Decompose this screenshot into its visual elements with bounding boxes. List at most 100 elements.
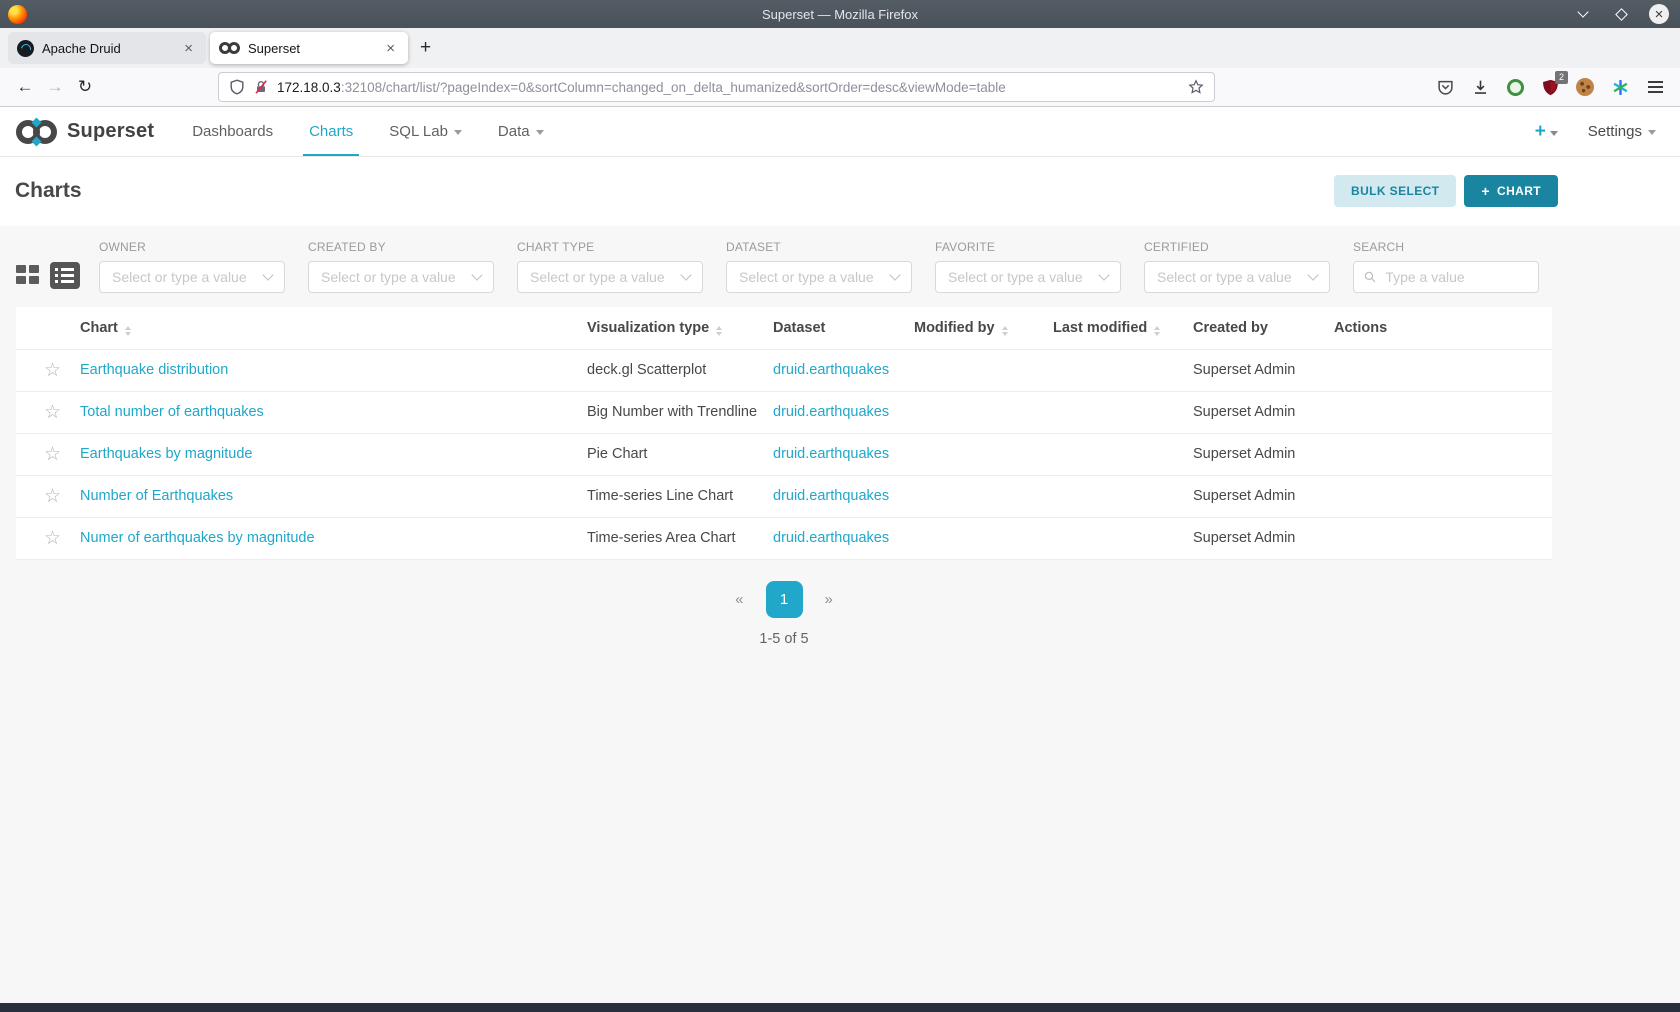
nav-item-sql-lab[interactable]: SQL Lab <box>371 107 480 156</box>
table-row: ☆ Numer of earthquakes by magnitude Time… <box>16 517 1552 559</box>
chevron-down-icon <box>1550 131 1558 136</box>
back-button[interactable]: ← <box>10 73 40 101</box>
dataset-link[interactable]: druid.earthquakes <box>773 530 889 546</box>
dataset-link[interactable]: druid.earthquakes <box>773 488 889 504</box>
header-last-modified[interactable]: Last modified <box>1053 307 1193 349</box>
header-chart[interactable]: Chart <box>80 307 587 349</box>
created-by-cell: Superset Admin <box>1193 391 1334 433</box>
sort-icon <box>716 326 722 336</box>
table-header-row: Chart Visualization type Dataset Modifie… <box>16 307 1552 349</box>
dataset-link[interactable]: druid.earthquakes <box>773 404 889 420</box>
dataset-select[interactable]: Select or type a value <box>726 261 912 293</box>
firefox-icon <box>8 5 27 24</box>
owner-select[interactable]: Select or type a value <box>99 261 285 293</box>
dataset-link[interactable]: druid.earthquakes <box>773 362 889 378</box>
actions-cell <box>1334 349 1552 391</box>
tab-close-icon[interactable]: × <box>180 39 197 58</box>
last-modified-cell <box>1053 433 1193 475</box>
modified-by-cell <box>914 391 1053 433</box>
created-by-cell: Superset Admin <box>1193 433 1334 475</box>
created-by-select[interactable]: Select or type a value <box>308 261 494 293</box>
window-titlebar: Superset — Mozilla Firefox × <box>0 0 1680 28</box>
created-by-cell: Superset Admin <box>1193 349 1334 391</box>
favorite-select[interactable]: Select or type a value <box>935 261 1121 293</box>
tab-title: Apache Druid <box>42 41 172 56</box>
chart-link[interactable]: Total number of earthquakes <box>80 404 264 420</box>
chevron-down-icon <box>1577 6 1588 17</box>
tab-superset[interactable]: Superset × <box>210 32 408 64</box>
page-1-button[interactable]: 1 <box>766 581 803 618</box>
url-text[interactable]: 172.18.0.3:32108/chart/list/?pageIndex=0… <box>277 80 1180 95</box>
actions-cell <box>1334 475 1552 517</box>
forward-button[interactable]: → <box>40 73 70 101</box>
filter-certified: CERTIFIED Select or type a value <box>1144 240 1330 293</box>
card-view-button[interactable] <box>16 265 40 287</box>
new-tab-button[interactable]: + <box>410 35 441 61</box>
dataset-link[interactable]: druid.earthquakes <box>773 446 889 462</box>
chart-link[interactable]: Earthquake distribution <box>80 362 228 378</box>
tab-title: Superset <box>248 41 374 56</box>
settings-menu[interactable]: Settings <box>1588 123 1656 140</box>
favorite-star-icon[interactable]: ☆ <box>16 517 80 559</box>
viz-type-cell: Big Number with Trendline <box>587 391 773 433</box>
next-page-button[interactable]: » <box>815 585 843 614</box>
filter-search: SEARCH <box>1353 240 1539 293</box>
sort-icon <box>1002 326 1008 336</box>
chart-type-select[interactable]: Select or type a value <box>517 261 703 293</box>
bookmark-star-icon[interactable] <box>1188 79 1204 95</box>
filter-bar: OWNER Select or type a value CREATED BY … <box>16 226 1552 307</box>
nav-item-dashboards[interactable]: Dashboards <box>174 107 291 156</box>
nav-item-data[interactable]: Data <box>480 107 562 156</box>
header-modified-by[interactable]: Modified by <box>914 307 1053 349</box>
privacy-extension-icon[interactable] <box>1504 76 1526 98</box>
shield-icon[interactable] <box>229 79 245 95</box>
header-visualization-type[interactable]: Visualization type <box>587 307 773 349</box>
chart-link[interactable]: Earthquakes by magnitude <box>80 446 253 462</box>
reload-button[interactable]: ↻ <box>70 73 100 101</box>
adblock-shield-icon[interactable]: 2 <box>1539 76 1561 98</box>
search-icon <box>1364 270 1376 284</box>
chart-link[interactable]: Numer of earthquakes by magnitude <box>80 530 315 546</box>
bulk-select-button[interactable]: BULK SELECT <box>1334 175 1456 207</box>
favorite-star-icon[interactable]: ☆ <box>16 433 80 475</box>
actions-cell <box>1334 517 1552 559</box>
filter-owner: OWNER Select or type a value <box>99 240 285 293</box>
superset-logo[interactable]: Superset <box>16 107 154 156</box>
table-row: ☆ Earthquakes by magnitude Pie Chart dru… <box>16 433 1552 475</box>
tab-close-icon[interactable]: × <box>382 39 399 58</box>
filter-chart-type: CHART TYPE Select or type a value <box>517 240 703 293</box>
viz-type-cell: Time-series Line Chart <box>587 475 773 517</box>
search-input[interactable] <box>1383 268 1528 286</box>
insecure-lock-icon[interactable] <box>253 79 269 95</box>
favorite-star-icon[interactable]: ☆ <box>16 349 80 391</box>
modified-by-cell <box>914 349 1053 391</box>
tab-apache-druid[interactable]: Apache Druid × <box>8 32 206 64</box>
new-chart-button[interactable]: + CHART <box>1464 175 1558 207</box>
filter-created-by: CREATED BY Select or type a value <box>308 240 494 293</box>
certified-select[interactable]: Select or type a value <box>1144 261 1330 293</box>
window-maximize-button[interactable] <box>1610 3 1632 25</box>
chevron-down-icon <box>536 130 544 135</box>
window-close-button[interactable]: × <box>1648 3 1670 25</box>
download-icon[interactable] <box>1469 76 1491 98</box>
favorite-star-icon[interactable]: ☆ <box>16 475 80 517</box>
chart-link[interactable]: Number of Earthquakes <box>80 488 233 504</box>
header-dataset: Dataset <box>773 307 914 349</box>
url-path: :32108/chart/list/?pageIndex=0&sortColum… <box>341 80 1006 95</box>
prev-page-button[interactable]: « <box>725 585 753 614</box>
cookie-extension-icon[interactable] <box>1574 76 1596 98</box>
window-minimize-button[interactable] <box>1572 3 1594 25</box>
viz-type-cell: deck.gl Scatterplot <box>587 349 773 391</box>
filter-dataset: DATASET Select or type a value <box>726 240 912 293</box>
window-title: Superset — Mozilla Firefox <box>0 7 1680 22</box>
superset-navbar: Superset Dashboards Charts SQL Lab Data … <box>0 107 1680 157</box>
new-item-plus-button[interactable]: + <box>1535 121 1558 143</box>
colorful-asterisk-icon[interactable] <box>1609 76 1631 98</box>
menu-hamburger-icon[interactable] <box>1644 76 1666 98</box>
favorite-star-icon[interactable]: ☆ <box>16 391 80 433</box>
url-bar[interactable]: 172.18.0.3:32108/chart/list/?pageIndex=0… <box>218 72 1215 102</box>
pocket-icon[interactable] <box>1434 76 1456 98</box>
nav-item-charts[interactable]: Charts <box>291 107 371 156</box>
list-view-button[interactable] <box>50 262 80 289</box>
superset-icon <box>219 42 240 54</box>
